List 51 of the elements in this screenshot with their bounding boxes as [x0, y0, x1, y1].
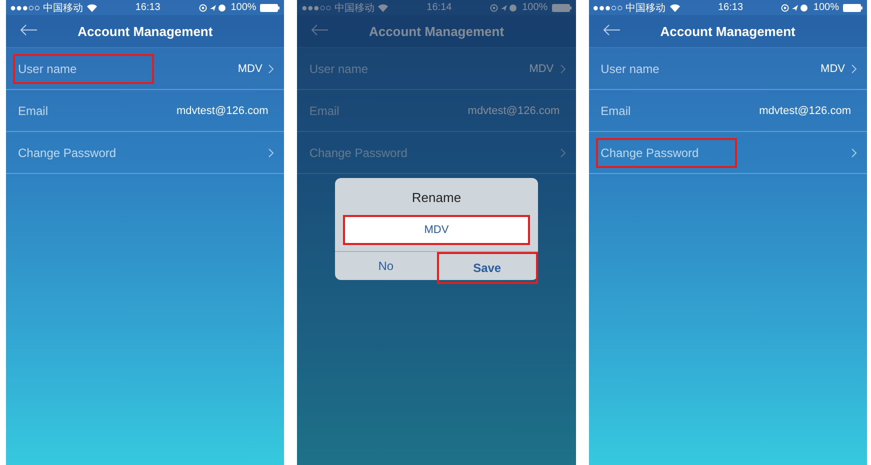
row-value: mdvtest@126.com: [176, 104, 268, 116]
screen-title: Account Management: [78, 24, 213, 38]
wifi-icon: [670, 4, 680, 12]
battery-icon: [260, 4, 280, 12]
row-label: User name: [308, 60, 370, 78]
settings-row[interactable]: User name MDV: [6, 48, 284, 90]
row-label: Change Password: [596, 138, 737, 168]
row-value: MDV: [238, 62, 262, 74]
battery-icon: [842, 4, 863, 12]
name-input-field[interactable]: MDV: [343, 215, 530, 245]
row-label: Email: [308, 102, 340, 120]
battery-percent: 100%: [522, 2, 548, 13]
settings-row[interactable]: Email mdvtest@126.com: [297, 90, 576, 132]
dialog-button[interactable]: Save: [436, 252, 538, 284]
settings-row[interactable]: Email mdvtest@126.com: [6, 90, 284, 132]
status-time: 16:13: [134, 2, 162, 13]
row-label: Email: [600, 102, 632, 120]
screen-title: Account Management: [660, 24, 796, 38]
row-label: Change Password: [308, 144, 408, 162]
row-label: User name: [600, 60, 660, 78]
status-time: 16:13: [717, 2, 744, 13]
status-icons: [198, 4, 227, 12]
status-icons: [490, 4, 518, 12]
dialog-button[interactable]: No: [335, 252, 436, 280]
settings-row[interactable]: Change Password: [588, 132, 867, 174]
carrier-label: ●●●○○ 中国移动: [301, 2, 374, 14]
row-label: Email: [17, 102, 50, 120]
row-value: mdvtest@126.com: [759, 104, 851, 116]
screen-title: Account Management: [368, 24, 504, 38]
wifi-icon: [86, 4, 97, 12]
settings-row[interactable]: Email mdvtest@126.com: [588, 90, 867, 132]
dialog-title: Rename: [410, 189, 462, 207]
row-label: Change Password: [17, 144, 118, 162]
carrier-label: ●●●○○ 中国移动: [592, 2, 666, 14]
settings-row[interactable]: User name MDV: [297, 48, 576, 90]
row-value: mdvtest@126.com: [468, 104, 560, 116]
carrier-label: ●●●○○ 中国移动: [10, 2, 83, 14]
row-label: User name: [13, 54, 154, 84]
wifi-icon: [378, 4, 388, 12]
battery-percent: 100%: [230, 2, 256, 13]
battery-percent: 100%: [813, 2, 839, 13]
settings-row[interactable]: Change Password: [6, 132, 284, 174]
settings-row[interactable]: User name MDV: [588, 48, 867, 90]
battery-icon: [552, 4, 572, 12]
back-arrow-icon[interactable]: [602, 24, 621, 36]
row-value: MDV: [820, 62, 845, 74]
status-time: 16:14: [426, 2, 453, 13]
back-arrow-icon[interactable]: [311, 24, 330, 36]
back-arrow-icon[interactable]: [20, 24, 38, 36]
status-icons: [781, 4, 810, 12]
row-value: MDV: [529, 62, 554, 74]
